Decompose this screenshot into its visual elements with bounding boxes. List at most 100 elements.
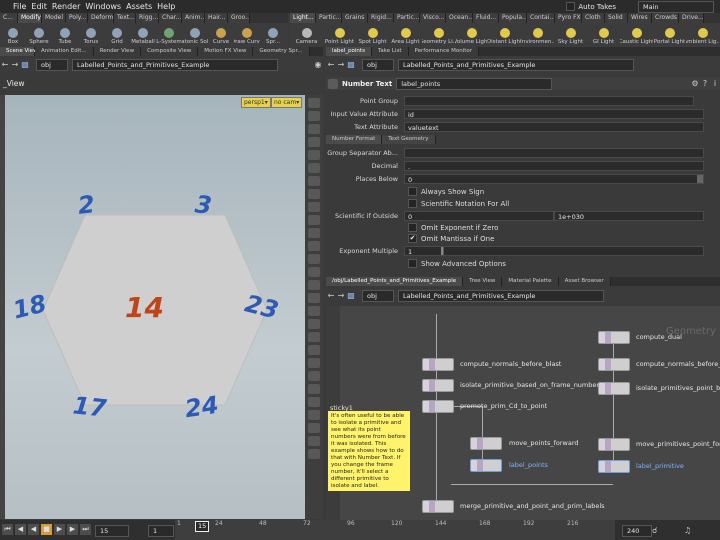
shelf-tool-tube[interactable]: Tube: [52, 26, 78, 45]
shelf-tab-create[interactable]: C...: [0, 13, 18, 23]
show-advanced-checkbox[interactable]: [408, 259, 417, 268]
step-back-icon[interactable]: ◀: [15, 524, 26, 535]
end-frame-field[interactable]: 240: [622, 525, 652, 537]
display-option-button[interactable]: [308, 215, 320, 225]
shelf-tab-solid[interactable]: Solid: [605, 13, 628, 23]
start-frame-field[interactable]: 1: [148, 525, 174, 537]
text-attr-field[interactable]: valuetext: [404, 121, 704, 132]
play-icon[interactable]: ▶: [54, 524, 65, 535]
shelf-tool-sky-light[interactable]: Sky Light: [554, 26, 587, 45]
menu-file[interactable]: File: [13, 2, 26, 11]
shelf-tab-hair[interactable]: Hair...: [205, 13, 228, 23]
network-path-root[interactable]: obj: [362, 290, 394, 302]
display-option-button[interactable]: [308, 306, 320, 316]
shelf-tool-portal-light[interactable]: Portal Light: [653, 26, 686, 45]
node-move-prims[interactable]: [598, 438, 630, 451]
sci-outside-min[interactable]: 0: [404, 210, 554, 221]
node-compute-normals-left[interactable]: [422, 358, 454, 371]
display-option-button[interactable]: [308, 150, 320, 160]
shelf-tab-drive[interactable]: Drive...: [679, 13, 704, 23]
display-option-button[interactable]: [308, 371, 320, 381]
shelf-tool-caustic-light[interactable]: Caustic Light: [620, 26, 653, 45]
shelf-tool-curve[interactable]: Curve: [208, 26, 234, 45]
display-option-button[interactable]: [308, 410, 320, 420]
shelf-tool-sphere[interactable]: Sphere: [26, 26, 52, 45]
key-icon[interactable]: ☌: [652, 526, 657, 535]
tab-label-points[interactable]: label_points: [326, 47, 372, 56]
shelf-tool-area-light[interactable]: Area Light: [389, 26, 422, 45]
display-option-button[interactable]: [308, 345, 320, 355]
display-option-button[interactable]: [308, 202, 320, 212]
shelf-tool-grid[interactable]: Grid: [104, 26, 130, 45]
network-icon[interactable]: ▩: [20, 60, 30, 70]
forward-arrow-icon[interactable]: →: [336, 60, 346, 70]
node-promote[interactable]: [422, 400, 454, 413]
network-path-field[interactable]: Labelled_Points_and_Primitives_Example: [398, 290, 604, 302]
node-isolate-right[interactable]: [598, 382, 630, 395]
tab-tree-view[interactable]: Tree View: [463, 277, 503, 286]
node-merge[interactable]: [422, 500, 454, 513]
shelf-tool-metaball[interactable]: Metaball: [130, 26, 156, 45]
sci-outside-max[interactable]: 1e+030: [554, 210, 704, 221]
shelf-tab-grains[interactable]: Grains: [342, 13, 368, 23]
places-below-slider[interactable]: 0: [404, 173, 704, 184]
network-icon[interactable]: ▩: [346, 60, 356, 70]
help-icon[interactable]: ?: [700, 79, 710, 89]
shelf-tool-volume-light[interactable]: Volume Light: [455, 26, 488, 45]
display-option-button[interactable]: [308, 241, 320, 251]
omit-mantissa-checkbox[interactable]: ✔: [408, 234, 417, 243]
tab-material-palette[interactable]: Material Palette: [502, 277, 559, 286]
pin-icon[interactable]: ◉: [313, 60, 323, 70]
play-back-icon[interactable]: ◀: [28, 524, 39, 535]
display-option-button[interactable]: [308, 189, 320, 199]
network-path-root[interactable]: obj: [36, 59, 68, 71]
input-attr-field[interactable]: id: [404, 108, 704, 119]
display-option-button[interactable]: [308, 384, 320, 394]
shelf-tool-geometry-li[interactable]: Geometry Li...: [422, 26, 455, 45]
back-arrow-icon[interactable]: ←: [326, 60, 336, 70]
shelf-tab-model[interactable]: Model: [42, 13, 66, 23]
group-sep-field[interactable]: [404, 147, 704, 158]
menu-edit[interactable]: Edit: [31, 2, 47, 11]
network-path-field[interactable]: Labelled_Points_and_Primitives_Example: [398, 59, 634, 71]
auto-takes-checkbox[interactable]: [566, 2, 576, 11]
shelf-tab-particle-fluids[interactable]: Partic...: [394, 13, 420, 23]
network-path-root[interactable]: obj: [362, 59, 394, 71]
shelf-tab-oceans[interactable]: Ocean...: [446, 13, 473, 23]
display-option-button[interactable]: [308, 332, 320, 342]
shelf-tool-draw-curve[interactable]: Draw Curve: [234, 26, 260, 45]
shelf-tab-particles[interactable]: Partic...: [316, 13, 342, 23]
point-group-field[interactable]: [404, 95, 694, 106]
network-icon[interactable]: ▩: [346, 291, 356, 301]
tab-performance-monitor[interactable]: Performance Monitor: [408, 47, 480, 56]
back-arrow-icon[interactable]: ←: [326, 291, 336, 301]
menu-assets[interactable]: Assets: [126, 2, 152, 11]
shelf-tool-gi-light[interactable]: GI Light: [587, 26, 620, 45]
decimal-field[interactable]: .: [404, 160, 704, 171]
jump-start-icon[interactable]: ⏮: [2, 524, 13, 535]
shelf-tool-spot-light[interactable]: Spot Light: [356, 26, 389, 45]
back-arrow-icon[interactable]: ←: [0, 60, 10, 70]
tab-animation-editor[interactable]: Animation Edit...: [35, 47, 94, 56]
timeline-scrubber[interactable]: 1 24 48 72 96 120 144 168 192 216 15: [175, 520, 615, 540]
scene-viewport[interactable]: persp1▾ no cam▾ 14 2 3 18 23 17 24: [5, 95, 305, 519]
stop-icon[interactable]: ■: [41, 524, 52, 535]
menu-windows[interactable]: Windows: [85, 2, 121, 11]
network-path-field[interactable]: Labelled_Points_and_Primitives_Example: [72, 59, 278, 71]
tab-take-list[interactable]: Take List: [371, 47, 409, 56]
forward-arrow-icon[interactable]: →: [10, 60, 20, 70]
sticky-note[interactable]: It's often useful to be able to isolate …: [328, 411, 410, 491]
node-move-points[interactable]: [470, 437, 502, 450]
jump-end-icon[interactable]: ⏭: [80, 524, 91, 535]
shelf-tab-grooming[interactable]: Groo...: [228, 13, 250, 23]
shelf-tab-container[interactable]: Contai...: [527, 13, 555, 23]
node-label-points[interactable]: [470, 459, 502, 472]
display-option-button[interactable]: [308, 449, 320, 459]
always-show-sign-checkbox[interactable]: [408, 187, 417, 196]
shelf-tool-platonic-sol[interactable]: Platonic Sol...: [182, 26, 208, 45]
tab-motion-fx-view[interactable]: Motion FX View: [198, 47, 254, 56]
tab-geometry-spreadsheet[interactable]: Geometry Spr...: [253, 47, 310, 56]
display-option-button[interactable]: [308, 280, 320, 290]
shelf-tool-torus[interactable]: Torus: [78, 26, 104, 45]
node-name-field[interactable]: label_points: [396, 77, 553, 90]
